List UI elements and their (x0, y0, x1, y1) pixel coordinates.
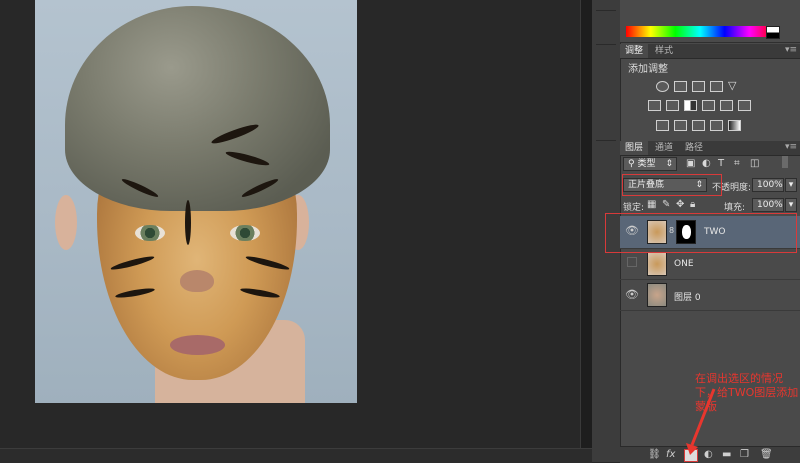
layer-row-zero[interactable]: 👁︎ 图层 0 (620, 280, 800, 311)
nose (180, 270, 214, 292)
exposure-icon[interactable] (710, 81, 723, 92)
link-layers-icon[interactable]: ⛓︎ (648, 449, 661, 460)
adjustment-filter-icon[interactable]: ◐ (702, 158, 711, 170)
color-panel (620, 0, 800, 43)
tab-styles[interactable]: 样式 (650, 44, 678, 58)
lock-position-icon[interactable]: ✥ (676, 199, 684, 211)
fill-input[interactable]: 100% (752, 198, 784, 212)
layer-name: ONE (674, 259, 694, 269)
layer-thumbnail (647, 252, 667, 276)
new-group-icon[interactable]: ▬ (722, 449, 731, 460)
gradient-map-icon[interactable] (728, 120, 741, 131)
layer-row-one[interactable]: ONE (620, 249, 800, 280)
lock-label: 锁定: (623, 203, 645, 213)
layers-menu-icon[interactable]: ▾≡ (785, 142, 797, 152)
lips (170, 335, 225, 355)
color-balance-icon[interactable] (666, 100, 679, 111)
tiger-face-image (35, 0, 357, 403)
chevron-icon: ⇕ (665, 159, 673, 169)
tab-paths[interactable]: 路径 (680, 141, 708, 155)
panel-menu-icon[interactable]: ▾≡ (785, 45, 797, 55)
annotation-arrow (686, 388, 716, 455)
photo-filter-icon[interactable] (702, 100, 715, 111)
color-spectrum[interactable] (626, 26, 774, 37)
new-layer-icon[interactable]: ❐ (740, 449, 749, 460)
adjustments-tabbar: 调整 样式 ▾≡ (620, 44, 800, 59)
opacity-dropdown-icon[interactable]: ▾ (785, 178, 797, 192)
layer-name: 图层 0 (674, 293, 701, 303)
fill-dropdown-icon[interactable]: ▾ (785, 198, 797, 212)
status-bar (0, 448, 592, 463)
blend-mode-highlight (622, 174, 722, 196)
tab-channels[interactable]: 通道 (650, 141, 678, 155)
vibrance-icon[interactable]: ▽ (728, 80, 741, 92)
hair (65, 6, 330, 211)
invert-icon[interactable] (656, 120, 669, 131)
black-white-icon[interactable] (684, 100, 697, 111)
document-canvas[interactable] (0, 0, 580, 448)
tab-adjustments[interactable]: 调整 (620, 44, 649, 58)
posterize-icon[interactable] (674, 120, 687, 131)
black-white-swatch[interactable] (766, 26, 780, 39)
threshold-icon[interactable] (692, 120, 705, 131)
layer-selection-highlight (605, 213, 797, 253)
selective-color-icon[interactable] (710, 120, 723, 131)
curves-icon[interactable] (692, 81, 705, 92)
filter-toggle[interactable] (782, 156, 788, 168)
channel-mixer-icon[interactable] (720, 100, 733, 111)
delete-layer-icon[interactable]: 🗑︎ (760, 449, 773, 460)
right-eye (230, 225, 260, 241)
left-ear (55, 195, 77, 250)
lock-image-icon[interactable]: ✎ (662, 199, 670, 211)
levels-icon[interactable] (674, 81, 687, 92)
fill-label: 填充: (724, 203, 746, 213)
tab-layers[interactable]: 图层 (620, 141, 649, 155)
layer-thumbnail (647, 283, 667, 307)
add-adjustment-title: 添加调整 (628, 64, 668, 75)
fx-icon[interactable]: fx (666, 449, 675, 460)
stripe (185, 200, 191, 245)
filter-kind-value: 类型 (637, 159, 656, 169)
shape-filter-icon[interactable]: ⌗ (734, 158, 740, 170)
opacity-input[interactable]: 100% (752, 178, 784, 192)
layers-tabbar: 图层 通道 路径 ▾≡ (620, 141, 800, 156)
eye-icon[interactable]: 👁︎ (623, 280, 641, 310)
color-lookup-icon[interactable] (738, 100, 751, 111)
brightness-icon[interactable] (656, 81, 669, 92)
layer-filter-select[interactable]: ⚲ 类型 ⇕ (623, 157, 677, 171)
lock-transparent-icon[interactable]: ▦ (647, 199, 656, 211)
pixel-filter-icon[interactable]: ▣ (686, 158, 695, 170)
visibility-box[interactable] (623, 249, 641, 279)
left-eye (135, 225, 165, 241)
smart-object-filter-icon[interactable]: ◫ (750, 158, 759, 170)
type-filter-icon[interactable]: T (718, 158, 724, 170)
hue-saturation-icon[interactable] (648, 100, 661, 111)
lock-all-icon[interactable]: 🔒︎ (690, 199, 695, 211)
